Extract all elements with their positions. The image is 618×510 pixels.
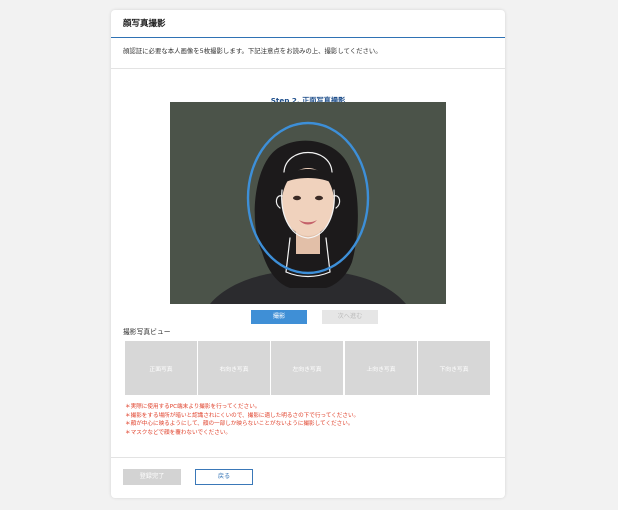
note-item: ＊顔が中心に映るようにして、顔の一部しか映らないことがないように撮影してください… [125,421,354,428]
note-item: ＊実際に使用するPC端末より撮影を行ってください。 [125,404,261,410]
divider [111,68,505,69]
next-step-button[interactable]: 次へ進む [322,310,378,324]
complete-registration-button[interactable]: 登録完了 [123,469,181,485]
photo-slot-down: 下向き写真 [418,341,490,395]
note-item: ＊撮影をする場所が暗いと認識されにくいので、撮影に適した明るさの下で行ってくださ… [125,412,360,419]
face-photo-card: 顔写真撮影 顔認証に必要な本人画像を5枚撮影します。下記注意点をお読みの上、撮影… [111,10,505,498]
photo-slot-right: 右向き写真 [198,341,270,395]
page-title: 顔写真撮影 [123,19,166,29]
photo-slot-up: 上向き写真 [345,341,417,395]
back-button[interactable]: 戻る [195,469,253,485]
note-item: ＊マスクなどで顔を覆わないでください。 [125,430,232,437]
photo-slot-left: 左向き写真 [271,341,343,395]
preview-label: 撮影写真ビュー [123,328,171,336]
camera-preview [170,102,446,304]
intro-text: 顔認証に必要な本人画像を5枚撮影します。下記注意点をお読みの上、撮影してください… [123,47,382,55]
photo-slot-front: 正面写真 [125,341,197,395]
card-header: 顔写真撮影 [111,10,505,38]
capture-button[interactable]: 撮影 [251,310,307,324]
notes-list: ＊実際に使用するPC端末より撮影を行ってください。 ＊撮影をする場所が暗いと認識… [125,403,359,438]
camera-feed-image [170,102,446,304]
footer-divider [111,457,505,458]
